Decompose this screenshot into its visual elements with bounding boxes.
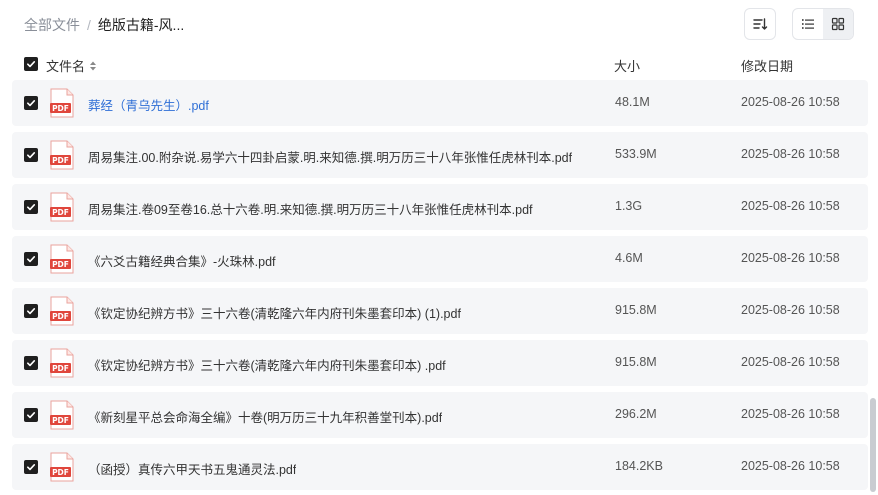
checkmark-icon — [27, 256, 36, 263]
column-header-modified[interactable]: 修改日期 — [741, 56, 793, 75]
scrollbar-thumb[interactable] — [870, 398, 876, 492]
file-modified-date: 2025-08-26 10:58 — [741, 251, 840, 265]
file-row[interactable]: PDF 《六爻古籍经典合集》-火珠林.pdf 4.6M 2025-08-26 1… — [12, 236, 868, 282]
file-checkbox[interactable] — [24, 356, 38, 370]
pdf-icon-label: PDF — [52, 260, 69, 269]
file-row[interactable]: PDF 《新刻星平总会命海全编》十卷(明万历三十九年积善堂刊本).pdf 296… — [12, 392, 868, 438]
file-size: 915.8M — [615, 303, 657, 317]
file-checkbox[interactable] — [24, 304, 38, 318]
file-modified-date: 2025-08-26 10:58 — [741, 303, 840, 317]
file-checkbox[interactable] — [24, 460, 38, 474]
sort-icon — [753, 18, 768, 30]
list-view-icon — [802, 19, 814, 29]
file-size: 48.1M — [615, 95, 650, 109]
checkmark-icon — [27, 61, 36, 68]
top-bar: 全部文件 / 绝版古籍-风... — [0, 0, 878, 46]
file-size: 184.2KB — [615, 459, 663, 473]
file-row[interactable]: PDF （函授）真传六甲天书五鬼通灵法.pdf 184.2KB 2025-08-… — [12, 444, 868, 490]
pdf-file-icon: PDF — [50, 348, 74, 378]
file-name-link[interactable]: 《钦定协纪辨方书》三十六卷(清乾隆六年内府刊朱墨套印本) (1).pdf — [88, 303, 461, 322]
file-checkbox[interactable] — [24, 408, 38, 422]
file-checkbox[interactable] — [24, 200, 38, 214]
pdf-icon-label: PDF — [52, 104, 69, 113]
pdf-icon-label: PDF — [52, 156, 69, 165]
breadcrumb-current: 绝版古籍-风... — [97, 17, 185, 33]
checkmark-icon — [27, 308, 36, 315]
file-name-link[interactable]: 葬经（青乌先生）.pdf — [88, 95, 209, 114]
pdf-file-icon: PDF — [50, 400, 74, 430]
pdf-file-icon: PDF — [50, 88, 74, 118]
breadcrumb-root-link[interactable]: 全部文件 — [24, 15, 80, 35]
file-size: 1.3G — [615, 199, 643, 213]
file-modified-date: 2025-08-26 10:58 — [741, 199, 840, 213]
file-row[interactable]: PDF 《钦定协纪辨方书》三十六卷(清乾隆六年内府刊朱墨套印本) (1).pdf… — [12, 288, 868, 334]
file-list: PDF 葬经（青乌先生）.pdf 48.1M 2025-08-26 10:58 … — [12, 80, 868, 495]
pdf-file-icon: PDF — [50, 244, 74, 274]
list-view-button[interactable] — [793, 9, 823, 39]
checkmark-icon — [27, 204, 36, 211]
file-size: 4.6M — [615, 251, 643, 265]
file-name-link[interactable]: （函授）真传六甲天书五鬼通灵法.pdf — [88, 459, 296, 478]
column-header-name[interactable]: 文件名 — [46, 56, 97, 75]
file-checkbox[interactable] — [24, 252, 38, 266]
file-name-link[interactable]: 周易集注.卷09至卷16.总十六卷.明.来知德.撰.明万历三十八年张惟任虎林刊本… — [88, 199, 533, 218]
file-row[interactable]: PDF 葬经（青乌先生）.pdf 48.1M 2025-08-26 10:58 — [12, 80, 868, 126]
file-size: 915.8M — [615, 355, 657, 369]
file-size: 533.9M — [615, 147, 657, 161]
column-header-name-label: 文件名 — [46, 59, 86, 74]
checkmark-icon — [27, 412, 36, 419]
checkmark-icon — [27, 100, 36, 107]
file-size: 296.2M — [615, 407, 657, 421]
file-modified-date: 2025-08-26 10:58 — [741, 459, 840, 473]
select-all-checkbox[interactable] — [24, 57, 38, 71]
sort-arrows-icon[interactable] — [89, 60, 97, 72]
file-modified-date: 2025-08-26 10:58 — [741, 407, 840, 421]
grid-view-button[interactable] — [823, 9, 853, 39]
file-name-link[interactable]: 《新刻星平总会命海全编》十卷(明万历三十九年积善堂刊本).pdf — [88, 407, 442, 426]
file-checkbox[interactable] — [24, 148, 38, 162]
file-row[interactable]: PDF 周易集注.卷09至卷16.总十六卷.明.来知德.撰.明万历三十八年张惟任… — [12, 184, 868, 230]
column-header-size[interactable]: 大小 — [614, 56, 640, 75]
pdf-icon-label: PDF — [52, 208, 69, 217]
file-name-link[interactable]: 《六爻古籍经典合集》-火珠林.pdf — [88, 251, 276, 270]
file-modified-date: 2025-08-26 10:58 — [741, 355, 840, 369]
grid-view-icon — [831, 17, 845, 31]
pdf-file-icon: PDF — [50, 452, 74, 482]
checkmark-icon — [27, 152, 36, 159]
view-mode-toggle — [792, 8, 854, 40]
file-modified-date: 2025-08-26 10:58 — [741, 95, 840, 109]
file-list-header: 文件名 大小 修改日期 — [0, 50, 878, 78]
file-checkbox[interactable] — [24, 96, 38, 110]
pdf-icon-label: PDF — [52, 312, 69, 321]
file-name-link[interactable]: 《钦定协纪辨方书》三十六卷(清乾隆六年内府刊朱墨套印本) .pdf — [88, 355, 446, 374]
file-row[interactable]: PDF 《钦定协纪辨方书》三十六卷(清乾隆六年内府刊朱墨套印本) .pdf 91… — [12, 340, 868, 386]
file-row[interactable]: PDF 周易集注.00.附杂说.易学六十四卦启蒙.明.来知德.撰.明万历三十八年… — [12, 132, 868, 178]
file-name-link[interactable]: 周易集注.00.附杂说.易学六十四卦启蒙.明.来知德.撰.明万历三十八年张惟任虎… — [88, 147, 572, 166]
pdf-file-icon: PDF — [50, 140, 74, 170]
pdf-icon-label: PDF — [52, 364, 69, 373]
pdf-file-icon: PDF — [50, 192, 74, 222]
file-modified-date: 2025-08-26 10:58 — [741, 147, 840, 161]
pdf-icon-label: PDF — [52, 468, 69, 477]
pdf-icon-label: PDF — [52, 416, 69, 425]
checkmark-icon — [27, 464, 36, 471]
sort-button[interactable] — [744, 8, 776, 40]
breadcrumb: 全部文件 / 绝版古籍-风... — [24, 15, 184, 35]
checkmark-icon — [27, 360, 36, 367]
pdf-file-icon: PDF — [50, 296, 74, 326]
breadcrumb-separator: / — [87, 17, 91, 33]
